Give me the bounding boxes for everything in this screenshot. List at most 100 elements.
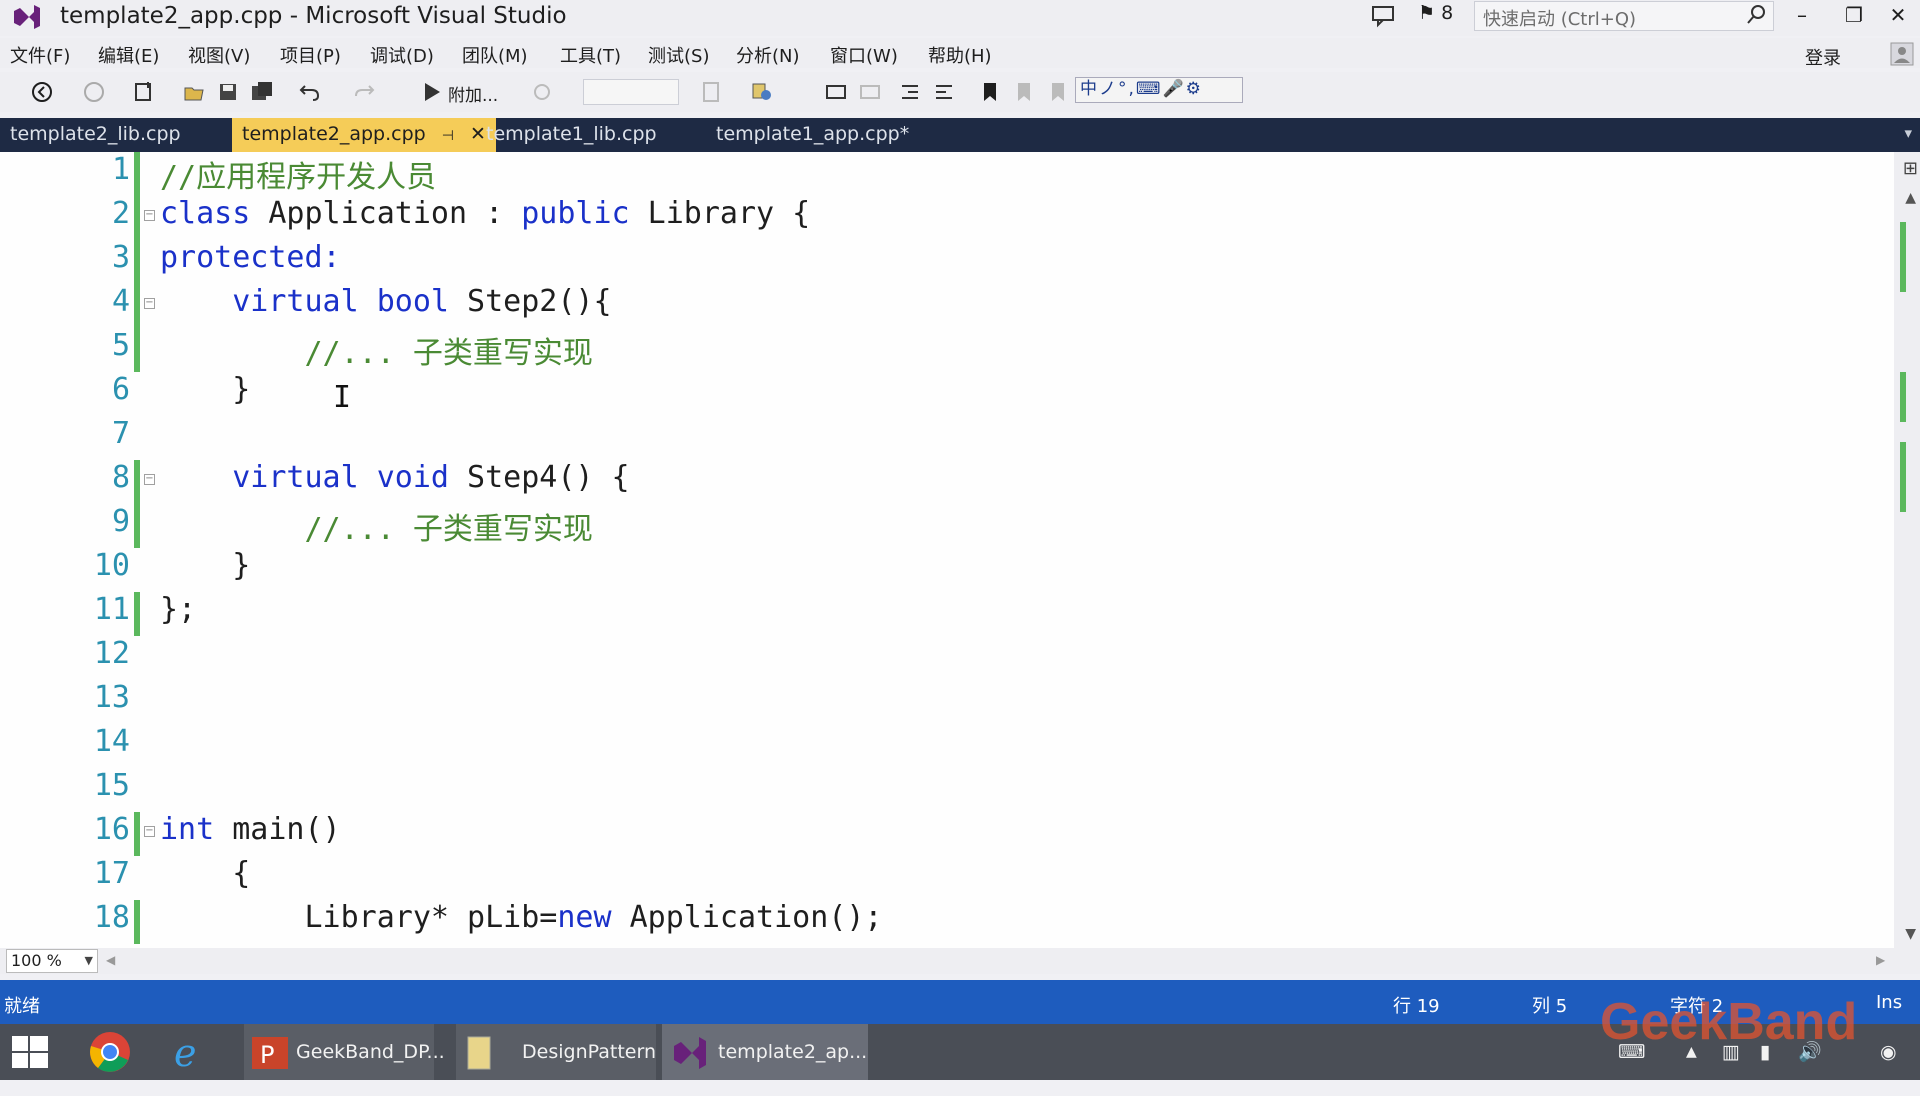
status-row: 行 19: [1393, 996, 1440, 1017]
line-number: 17: [93, 856, 130, 891]
indent-icon[interactable]: [898, 80, 922, 104]
chrome-browser-icon[interactable]: [88, 1024, 138, 1080]
bookmark-icon[interactable]: [978, 80, 1002, 104]
navigate-forward-icon[interactable]: [82, 80, 106, 104]
save-icon[interactable]: [216, 80, 240, 104]
ime-indicator-icon[interactable]: ◉: [1880, 1024, 1910, 1080]
fold-collapse-icon[interactable]: −: [144, 474, 155, 485]
line-number: 10: [93, 548, 130, 583]
feedback-bubble-icon[interactable]: [1370, 4, 1396, 28]
code-line: 3 protected:: [0, 240, 1880, 284]
change-marker: [134, 504, 140, 548]
windows-start-icon[interactable]: [10, 1024, 60, 1080]
open-file-icon[interactable]: [182, 80, 206, 104]
line-number: 11: [93, 592, 130, 627]
notifications-flag-icon[interactable]: ⚑ 8: [1418, 2, 1453, 24]
find-in-files-icon[interactable]: [700, 80, 724, 104]
change-marker: [134, 328, 140, 372]
tab-template1-app[interactable]: template1_app.cpp*: [716, 118, 909, 152]
status-column: 列 5: [1532, 996, 1568, 1017]
menu-debug[interactable]: 调试(D): [370, 42, 434, 68]
chevron-down-icon[interactable]: ▼: [85, 950, 93, 972]
taskbar-visual-studio[interactable]: template2_ap...: [662, 1024, 868, 1080]
solution-explorer-icon[interactable]: [750, 80, 774, 104]
close-tab-icon[interactable]: ✕: [470, 123, 486, 145]
menu-analyze[interactable]: 分析(N): [736, 42, 800, 68]
fold-collapse-icon[interactable]: −: [144, 210, 155, 221]
code-editor[interactable]: 1 //应用程序开发人员 2 − class Application : pub…: [0, 152, 1920, 952]
redo-icon[interactable]: [352, 80, 376, 104]
document-tab-strip: template2_lib.cpp template2_app.cpp ⊣ ✕ …: [0, 118, 1920, 152]
uncomment-icon[interactable]: [858, 80, 882, 104]
refresh-icon[interactable]: [530, 80, 554, 104]
save-all-icon[interactable]: [250, 80, 274, 104]
new-project-icon[interactable]: [132, 80, 156, 104]
quick-launch-input[interactable]: 快速启动 (Ctrl+Q): [1474, 1, 1774, 31]
menu-project[interactable]: 项目(P): [280, 42, 341, 68]
tab-template1-lib[interactable]: template1_lib.cpp: [486, 118, 657, 152]
restore-button[interactable]: ❐: [1832, 0, 1876, 32]
line-number: 14: [93, 724, 130, 759]
tab-template2-lib[interactable]: template2_lib.cpp: [10, 118, 181, 152]
change-marker: [134, 460, 140, 504]
code-line: 4 − virtual bool Step2(){: [0, 284, 1880, 328]
search-icon[interactable]: [1745, 4, 1767, 26]
scroll-up-arrow-icon[interactable]: ▲: [1905, 190, 1916, 206]
navigate-back-icon[interactable]: [30, 80, 54, 104]
svg-text:P: P: [260, 1041, 274, 1069]
start-debug-play-icon[interactable]: [420, 80, 444, 104]
zoom-level-dropdown[interactable]: 100 % ▼: [6, 949, 98, 973]
fold-collapse-icon[interactable]: −: [144, 298, 155, 309]
attach-process-button[interactable]: 附加...: [448, 81, 498, 106]
outdent-icon[interactable]: [932, 80, 956, 104]
tab-template2-app-active[interactable]: template2_app.cpp ⊣ ✕: [232, 118, 496, 152]
next-bookmark-icon[interactable]: [1046, 80, 1070, 104]
comment-out-icon[interactable]: [824, 80, 848, 104]
undo-icon[interactable]: [298, 80, 322, 104]
menu-view[interactable]: 视图(V): [188, 42, 250, 68]
code-line: 17 {: [0, 856, 1880, 900]
scroll-left-arrow-icon[interactable]: ◀: [106, 953, 115, 967]
zoom-value: 100 %: [11, 951, 62, 970]
code-line: 16 − int main(): [0, 812, 1880, 856]
scroll-down-arrow-icon[interactable]: ▼: [1905, 926, 1916, 942]
scroll-right-arrow-icon[interactable]: ▶: [1876, 953, 1885, 967]
taskbar-folder-label: DesignPattern: [522, 1041, 657, 1063]
internet-explorer-icon[interactable]: e: [168, 1024, 218, 1080]
line-number: 1: [111, 152, 130, 187]
change-map-marker: [1900, 442, 1906, 512]
code-text: protected:: [160, 240, 341, 275]
account-icon[interactable]: [1890, 42, 1914, 66]
code-text: //... 子类重写实现: [160, 512, 593, 547]
split-editor-icon[interactable]: ⊞: [1903, 158, 1918, 179]
text-cursor-ibeam-icon: I: [333, 380, 352, 415]
line-number: 5: [111, 328, 130, 363]
pin-icon[interactable]: ⊣: [442, 128, 454, 144]
menu-test[interactable]: 测试(S): [648, 42, 709, 68]
previous-bookmark-icon[interactable]: [1012, 80, 1036, 104]
fold-collapse-icon[interactable]: −: [144, 826, 155, 837]
menu-tools[interactable]: 工具(T): [560, 42, 621, 68]
code-text: virtual bool Step2(){: [232, 284, 612, 319]
menu-edit[interactable]: 编辑(E): [98, 42, 159, 68]
taskbar-powerpoint[interactable]: P GeekBand_DP...: [244, 1024, 445, 1080]
menu-team[interactable]: 团队(M): [462, 42, 528, 68]
code-text: }: [160, 372, 251, 407]
solution-config-dropdown[interactable]: [583, 79, 679, 105]
close-button[interactable]: ✕: [1876, 0, 1920, 32]
minimize-button[interactable]: –: [1780, 0, 1824, 32]
menu-file[interactable]: 文件(F): [10, 42, 70, 68]
code-line: 10 }: [0, 548, 1880, 592]
horizontal-scrollbar[interactable]: [0, 948, 1920, 974]
tab-overflow-chevron-icon[interactable]: ▾: [1904, 124, 1912, 142]
line-number: 6: [111, 372, 130, 407]
ime-toolbar[interactable]: 中ノ°,⌨🎤⚙: [1075, 77, 1243, 103]
menu-help[interactable]: 帮助(H): [928, 42, 992, 68]
taskbar-folder[interactable]: DesignPattern: [456, 1024, 656, 1080]
sign-in-link[interactable]: 登录: [1805, 44, 1841, 70]
change-map-marker: [1900, 372, 1906, 422]
menu-window[interactable]: 窗口(W): [830, 42, 898, 68]
code-text: };: [160, 592, 197, 627]
vertical-scrollbar[interactable]: ⊞ ▲ ▼: [1894, 152, 1920, 952]
quick-launch-placeholder: 快速启动 (Ctrl+Q): [1483, 9, 1637, 30]
